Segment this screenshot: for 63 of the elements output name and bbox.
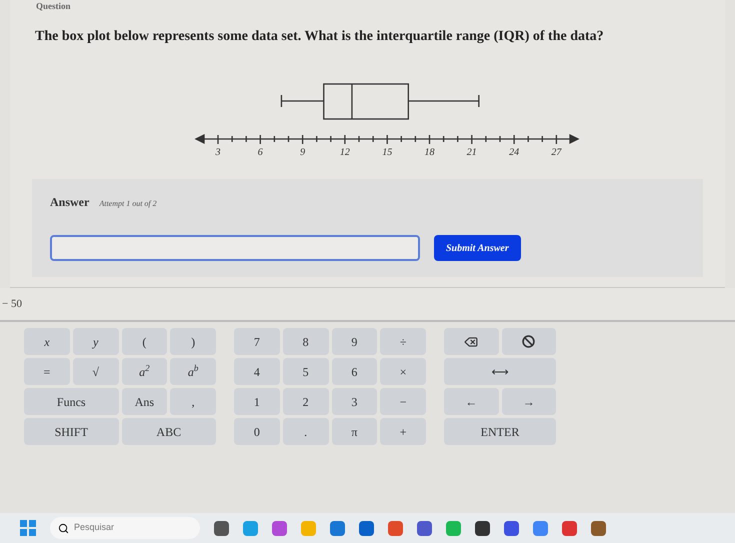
axis-tick-label: 15 [381,146,394,160]
keypad-key[interactable]: ← [444,388,498,415]
keypad-key[interactable]: x [24,328,70,355]
question-text: The box plot below represents some data set. What is the interquartile range (IQR) of the data? [35,28,605,46]
keypad-key[interactable]: ( [122,328,168,355]
keypad-key[interactable]: Ans [122,388,168,415]
windows-logo-icon[interactable] [20,520,36,536]
taskbar-search-field[interactable]: Pesquisar [50,517,200,539]
keypad-key[interactable]: 0 [234,418,280,445]
keypad-key[interactable]: 9 [332,328,378,355]
keypad-key[interactable]: ÷ [380,328,426,355]
keypad-key[interactable]: 4 [234,358,280,385]
axis-tick-label: 18 [424,146,436,160]
range-text: − 50 [2,296,22,312]
axis-tick-label: 9 [299,146,306,160]
clear-icon [522,335,536,348]
taskbar-app-icon[interactable] [475,520,490,536]
keypad-key[interactable]: 5 [282,358,328,385]
keypad-key[interactable]: . [282,418,328,445]
keypad-key[interactable] [502,328,556,355]
keypad-key[interactable]: ) [170,328,216,355]
keypad-key[interactable]: y [72,328,118,355]
backspace-icon [464,334,478,348]
keypad-key[interactable]: ⟷ [444,358,556,385]
keypad-key[interactable]: ENTER [444,418,556,445]
keypad-key[interactable]: Funcs [24,388,118,415]
axis-tick-label: 3 [214,146,222,160]
keypad-key[interactable] [444,328,498,355]
axis-tick-label: 27 [550,146,563,160]
taskbar-app-icon[interactable] [591,520,606,536]
taskbar-app-icon[interactable] [214,520,229,536]
keypad-key[interactable]: ABC [122,418,216,445]
keypad-key[interactable]: 2 [282,388,328,415]
axis-tick-label: 6 [256,146,264,160]
keypad-key[interactable]: 6 [332,358,378,385]
keypad-key[interactable]: + [380,418,426,445]
search-placeholder: Pesquisar [74,521,114,534]
keypad-key[interactable]: 1 [234,388,280,415]
taskbar-app-icon[interactable] [359,520,374,536]
axis-tick-label: 12 [338,146,351,160]
answer-input-field[interactable] [50,235,420,261]
keypad-key[interactable]: 7 [234,328,280,355]
taskbar-app-icon[interactable] [417,520,432,536]
keypad-key[interactable]: → [502,388,556,415]
submit-answer-button[interactable]: Submit Answer [434,235,521,261]
keypad-key[interactable]: 3 [332,388,378,415]
question-header: Question [36,1,71,12]
taskbar-app-icon[interactable] [504,520,519,536]
keypad-key[interactable]: π [332,418,378,445]
keypad-key[interactable]: × [380,358,426,385]
keypad-key[interactable]: SHIFT [24,418,118,445]
search-icon [58,522,69,534]
axis-tick-label: 21 [466,146,478,160]
keypad-key[interactable]: 8 [282,328,328,355]
keypad-key[interactable]: a$^{b}$ [170,358,216,385]
keypad-key[interactable]: = [24,358,70,385]
keypad-key[interactable]: √ [72,358,118,385]
keypad-key[interactable]: , [170,388,216,415]
keypad-key[interactable]: − [380,388,426,415]
answer-label: Answer [50,194,90,211]
axis-tick-label: 24 [508,146,520,160]
keypad-key[interactable]: a$^{2}$ [122,358,168,385]
attempt-text: Attempt 1 out of 2 [99,198,157,210]
